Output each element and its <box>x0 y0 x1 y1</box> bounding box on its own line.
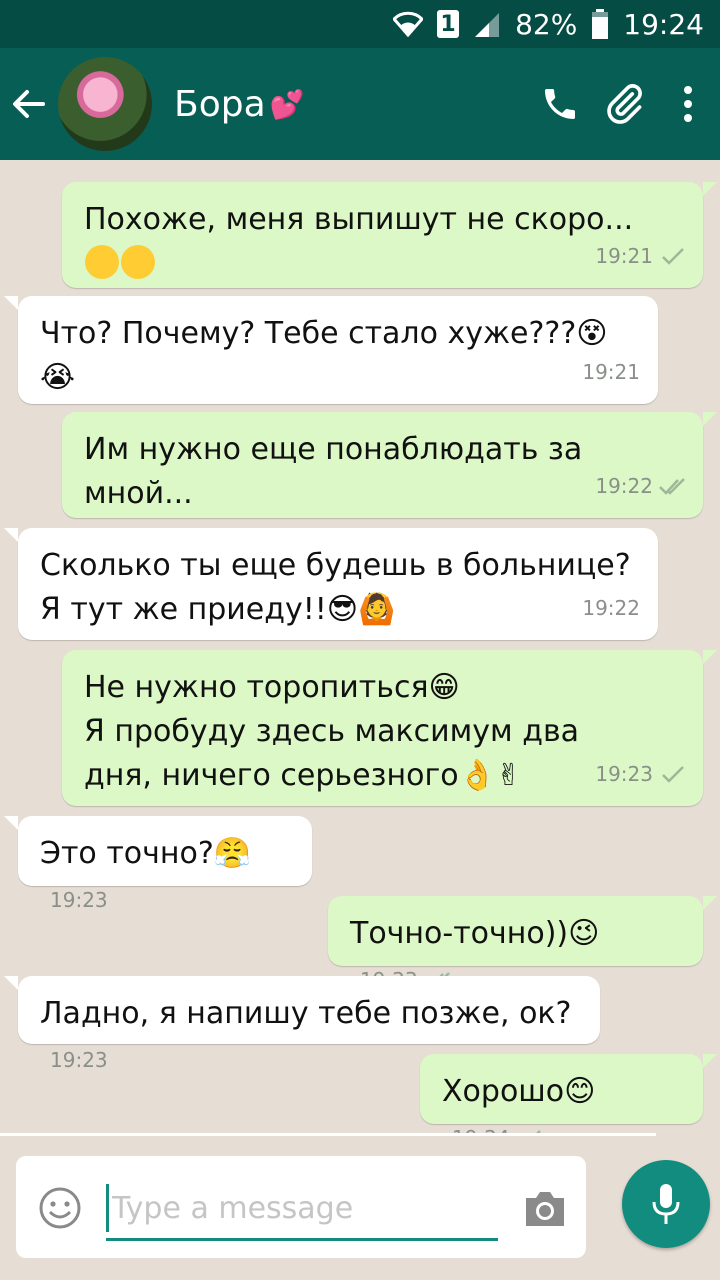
message-time: 19:22 <box>595 474 653 498</box>
message-text: Точно-точно))😉 <box>350 916 600 951</box>
message-time: 19:23 <box>50 888 108 912</box>
message-time: 19:23 <box>595 762 653 786</box>
back-arrow-icon[interactable] <box>0 48 56 160</box>
message-meta: 19:22 <box>595 464 685 508</box>
sent-check-icon <box>662 766 684 783</box>
delivered-double-check-icon <box>659 478 685 495</box>
text-caret <box>106 1184 109 1232</box>
battery-icon <box>591 9 609 39</box>
message-time: 19:21 <box>582 360 640 384</box>
sim-icon: 1 <box>437 10 460 38</box>
hearts-emoji: 💕 <box>269 87 305 121</box>
message-bubble[interactable]: Сколько ты еще будешь в больнице? Я тут … <box>4 528 658 640</box>
more-options-icon[interactable] <box>656 72 720 136</box>
message-text: Им нужно еще понаблюдать за <box>84 432 583 467</box>
attach-button[interactable] <box>592 72 656 136</box>
call-button[interactable] <box>528 72 592 136</box>
emoji-line <box>84 242 683 286</box>
message-meta: 19:23 <box>595 752 685 796</box>
message-meta: 19:23 <box>50 878 108 922</box>
message-input[interactable]: Type a message <box>106 1180 498 1241</box>
message-bubble[interactable]: Что? Почему? Тебе стало хуже???😵 😭 19:21 <box>4 296 658 404</box>
message-bubble[interactable]: Похоже, меня выпишут не скоро... 19:21 <box>62 182 717 288</box>
message-input-placeholder: Type a message <box>112 1191 354 1226</box>
voice-record-button[interactable] <box>622 1160 710 1248</box>
camera-button[interactable] <box>522 1188 568 1232</box>
message-text: Я тут же приеду!!😎🙆 <box>40 592 396 627</box>
phone-icon <box>545 89 575 119</box>
message-meta: 19:23 <box>50 1038 108 1082</box>
message-text: 😭 <box>40 360 76 395</box>
chat-header: Бора 💕 <box>0 48 720 160</box>
message-bubble[interactable]: Это точно?😤 19:23 <box>4 816 312 912</box>
message-time: 19:22 <box>582 596 640 620</box>
message-composer: Type a message <box>16 1156 586 1258</box>
wifi-icon <box>393 11 424 37</box>
battery-percent: 82% <box>515 7 578 41</box>
clock: 19:24 <box>623 7 704 41</box>
message-meta: 19:21 <box>595 234 685 278</box>
status-bar: 1 82% 19:24 <box>0 0 720 48</box>
message-meta: 19:22 <box>582 586 640 630</box>
message-text: Что? Почему? Тебе стало хуже???😵 <box>40 316 608 351</box>
message-text: мной... <box>84 476 193 511</box>
message-text: Похоже, меня выпишут не скоро... <box>84 202 634 237</box>
message-meta: 19:21 <box>582 350 640 394</box>
message-text: Я пробуду здесь максимум два <box>84 714 580 749</box>
message-text: Это точно?😤 <box>40 836 252 871</box>
message-bubble[interactable]: Ладно, я напишу тебе позже, ок? 19:23 <box>4 976 600 1072</box>
message-text: Хорошо😊 <box>442 1074 596 1109</box>
avatar[interactable] <box>58 57 152 151</box>
message-bubble[interactable]: Им нужно еще понаблюдать за мной... 19:2… <box>62 412 717 518</box>
camera-icon <box>526 1192 564 1226</box>
message-bubble[interactable]: Точно-точно))😉 19:23 <box>328 896 717 992</box>
smiley-icon <box>39 1187 81 1229</box>
message-text: Не нужно торопиться😁 <box>84 670 460 705</box>
message-text: дня, ничего серьезного👌✌ <box>84 758 522 793</box>
paperclip-icon <box>607 84 642 124</box>
contact-name-label: Бора <box>174 83 266 125</box>
message-text: Сколько ты еще будешь в больнице? <box>40 548 631 583</box>
crying-face-emoji <box>121 245 155 279</box>
frowning-face-emoji <box>85 245 119 279</box>
emoji-button[interactable] <box>38 1186 82 1234</box>
message-time: 19:23 <box>50 1048 108 1072</box>
message-bubble[interactable]: Хорошо😊 19:24 <box>420 1054 717 1135</box>
message-text: Ладно, я напишу тебе позже, ок? <box>40 996 572 1031</box>
microphone-icon <box>652 1184 680 1224</box>
message-time: 19:21 <box>595 244 653 268</box>
sent-check-icon <box>662 248 684 265</box>
contact-name[interactable]: Бора 💕 <box>174 84 305 125</box>
message-bubble[interactable]: Не нужно торопиться😁 Я пробуду здесь мак… <box>62 650 717 806</box>
message-list[interactable]: Похоже, меня выпишут не скоро... 19:21 Ч… <box>0 160 720 1135</box>
signal-icon <box>473 11 501 37</box>
divider <box>0 1133 656 1136</box>
